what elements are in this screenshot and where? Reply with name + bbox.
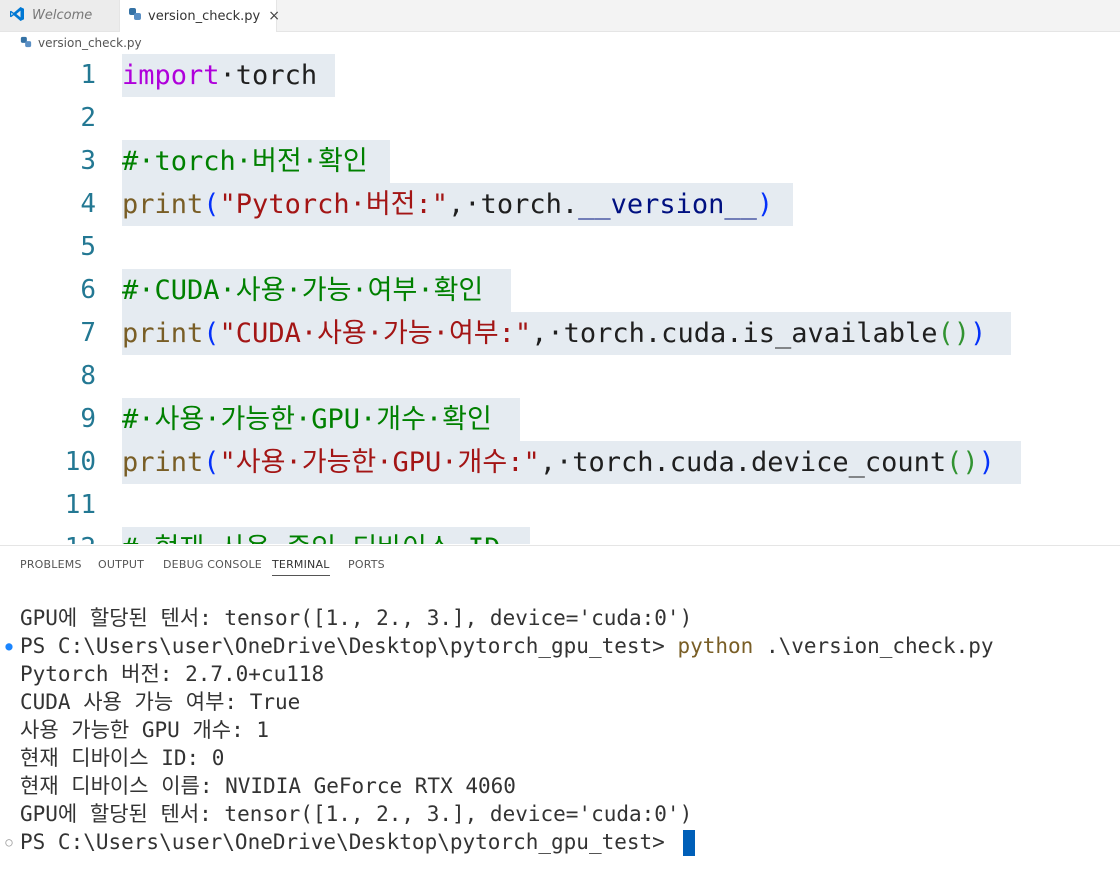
terminal-cursor	[683, 830, 696, 856]
code-line[interactable]: 1 import·torch	[0, 54, 1120, 97]
line-number: 2	[80, 103, 96, 133]
code-token: import	[122, 60, 220, 91]
command-pending-icon[interactable]: ○	[4, 828, 14, 856]
terminal-line: Pytorch 버전: 2.7.0+cu118	[20, 662, 325, 686]
terminal-line: CUDA 사용 가능 여부: True	[20, 690, 301, 714]
code-token: #·CUDA·사용·가능·여부·확인	[122, 275, 484, 306]
tab-welcome[interactable]: Welcome	[0, 0, 120, 31]
tab-output[interactable]: OUTPUT	[98, 558, 144, 571]
code-token: print	[122, 189, 204, 220]
code-line[interactable]: 8	[0, 355, 1120, 398]
code-token: ,·torch.cuda.is_available	[531, 318, 938, 349]
code-token: "Pytorch·버전:"	[219, 189, 449, 220]
code-line[interactable]: 9 #·사용·가능한·GPU·개수·확인	[0, 398, 1120, 441]
tab-version-check[interactable]: version_check.py ×	[120, 0, 280, 32]
line-number: 4	[80, 189, 96, 219]
code-token: )	[756, 189, 774, 220]
line-number: 5	[80, 232, 96, 262]
line-number: 12	[0, 527, 96, 544]
code-line[interactable]: 5	[0, 226, 1120, 269]
terminal-line: GPU에 할당된 텐서: tensor([1., 2., 3.], device…	[20, 606, 693, 630]
code-token: ,·torch.cuda.device_count	[539, 447, 947, 478]
code-token: #·torch·버전·확인	[122, 146, 368, 177]
code-token: ·torch	[219, 60, 318, 91]
line-number: 7	[80, 318, 96, 348]
code-token: print	[122, 447, 204, 478]
terminal-line: 현재 디바이스 이름: NVIDIA GeForce RTX 4060	[20, 774, 516, 798]
code-token: #·사용·가능한·GPU·개수·확인	[122, 404, 492, 435]
terminal[interactable]: GPU에 할당된 텐서: tensor([1., 2., 3.], device…	[0, 604, 1120, 872]
line-number: 10	[64, 447, 96, 477]
code-text: print("CUDA·사용·가능·여부:",·torch.cuda.is_av…	[122, 312, 986, 355]
code-token: )	[978, 447, 995, 478]
command-success-icon[interactable]: ●	[4, 632, 14, 660]
code-text: #·torch·버전·확인	[122, 140, 368, 183]
code-line[interactable]: 10 print("사용·가능한·GPU·개수:",·torch.cuda.dev…	[0, 441, 1120, 484]
code-editor[interactable]: 1 import·torch 2 3 #·torch·버전·확인 4 print("Pyto…	[0, 54, 1120, 544]
code-line[interactable]: 3 #·torch·버전·확인	[0, 140, 1120, 183]
code-text: print("사용·가능한·GPU·개수:",·torch.cuda.devic…	[122, 441, 995, 484]
code-token: (	[203, 189, 220, 220]
code-line[interactable]: 6 #·CUDA·사용·가능·여부·확인	[0, 269, 1120, 312]
vscode-logo-icon	[8, 6, 26, 26]
code-token: (	[203, 318, 220, 349]
code-token: #·현재·사용·중인·디바이스·ID	[122, 533, 500, 544]
terminal-line: GPU에 할당된 텐서: tensor([1., 2., 3.], device…	[20, 802, 693, 826]
line-number: 6	[80, 275, 96, 305]
tab-debug-console[interactable]: DEBUG CONSOLE	[163, 558, 262, 571]
code-line[interactable]: 11	[0, 484, 1120, 527]
terminal-prompt-line: PS C:\Users\user\OneDrive\Desktop\pytorc…	[20, 632, 994, 660]
line-number: 8	[80, 361, 96, 391]
code-text: print("Pytorch·버전:",·torch.__version__)	[122, 183, 773, 226]
panel-tab-bar: PROBLEMS OUTPUT DEBUG CONSOLE TERMINAL P…	[0, 545, 1120, 582]
line-number: 3	[80, 146, 96, 176]
code-token: ()	[937, 318, 971, 349]
tab-welcome-label: Welcome	[32, 8, 93, 23]
terminal-prompt-line: PS C:\Users\user\OneDrive\Desktop\pytorc…	[20, 828, 696, 856]
tab-version-check-label: version_check.py	[148, 8, 261, 24]
code-token: "사용·가능한·GPU·개수:"	[219, 447, 540, 478]
code-token: __version__	[578, 189, 757, 220]
code-text: #·현재·사용·중인·디바이스·ID	[122, 527, 500, 544]
terminal-prompt: PS C:\Users\user\OneDrive\Desktop\pytorc…	[20, 634, 678, 658]
breadcrumb-file[interactable]: version_check.py	[38, 36, 142, 50]
code-token: ()	[946, 447, 979, 478]
terminal-line: 사용 가능한 GPU 개수: 1	[20, 718, 270, 742]
close-icon[interactable]: ×	[268, 8, 280, 24]
code-line[interactable]: 2	[0, 97, 1120, 140]
code-line[interactable]: 12 #·현재·사용·중인·디바이스·ID	[0, 527, 1120, 544]
tab-ports[interactable]: PORTS	[348, 558, 385, 571]
code-token: )	[970, 318, 987, 349]
python-file-icon	[20, 36, 32, 51]
code-text: #·CUDA·사용·가능·여부·확인	[122, 269, 483, 312]
line-number: 11	[64, 490, 96, 520]
code-token: ,·torch.	[448, 189, 579, 220]
code-token: print	[122, 318, 204, 349]
code-text: #·사용·가능한·GPU·개수·확인	[122, 398, 492, 441]
code-token: "CUDA·사용·가능·여부:"	[219, 318, 532, 349]
terminal-command: python	[677, 634, 754, 658]
line-number: 1	[80, 60, 96, 90]
code-line[interactable]: 7 print("CUDA·사용·가능·여부:",·torch.cuda.is_a…	[0, 312, 1120, 355]
code-line[interactable]: 4 print("Pytorch·버전:",·torch.__version__)	[0, 183, 1120, 226]
code-token: (	[203, 447, 220, 478]
line-number: 9	[80, 404, 96, 434]
breadcrumb: version_check.py	[20, 34, 142, 52]
terminal-prompt: PS C:\Users\user\OneDrive\Desktop\pytorc…	[20, 830, 678, 854]
code-text: import·torch	[122, 54, 317, 97]
tab-terminal[interactable]: TERMINAL	[272, 558, 330, 576]
terminal-line: 현재 디바이스 ID: 0	[20, 746, 225, 770]
terminal-command-args: .\version_check.py	[753, 634, 994, 658]
tab-problems[interactable]: PROBLEMS	[20, 558, 82, 571]
editor-tab-bar: Welcome version_check.py ×	[0, 0, 1120, 32]
python-file-icon	[128, 7, 142, 25]
